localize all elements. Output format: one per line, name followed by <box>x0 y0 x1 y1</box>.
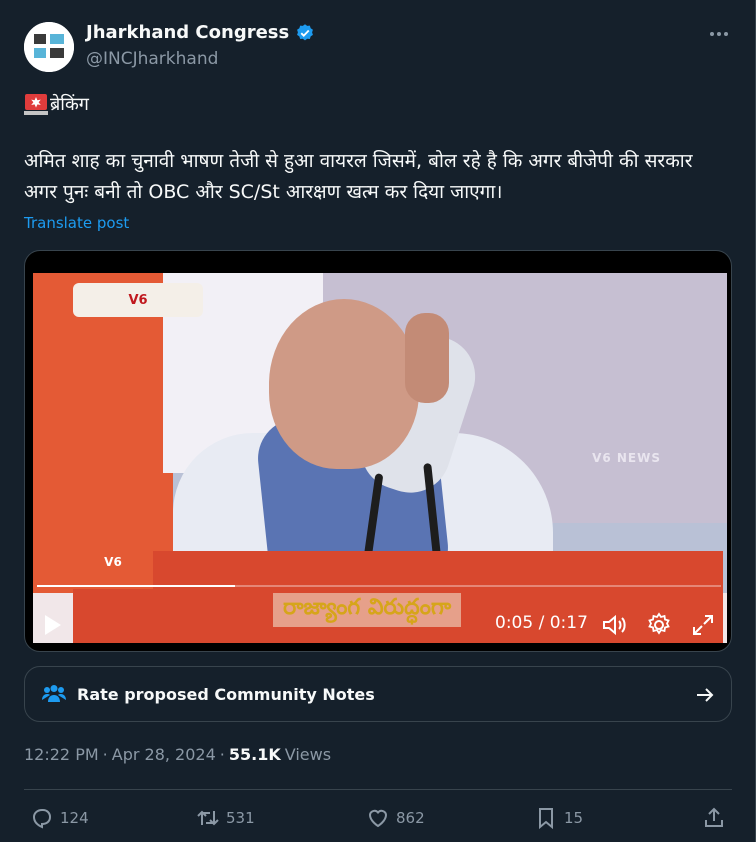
views-label: Views <box>284 745 332 764</box>
play-icon[interactable] <box>45 615 61 635</box>
post-container: Jharkhand Congress @INCJharkhand ब्रेकिं… <box>0 0 756 842</box>
video-player[interactable]: V6 V6 V6 NEWS రాజ్యాంగ విరుద్ధంగా 0:05 /… <box>24 250 732 652</box>
channel-logo-small-text: V6 <box>104 555 122 569</box>
siren-emoji-icon <box>24 94 48 115</box>
translate-post-link[interactable]: Translate post <box>24 214 129 232</box>
verified-badge-icon[interactable] <box>295 23 315 43</box>
meta-separator-2: · <box>219 745 225 764</box>
repost-icon <box>197 810 219 826</box>
bookmark-icon <box>539 808 553 830</box>
community-notes-icon <box>42 685 66 702</box>
video-caption: రాజ్యాంగ విరుద్ధంగా <box>273 593 462 627</box>
video-time: 0:05 / 0:17 <box>495 613 588 633</box>
author-name-row[interactable]: Jharkhand Congress <box>86 22 315 43</box>
views-count: 55.1K <box>228 745 281 764</box>
bookmark-count: 15 <box>564 809 584 827</box>
volume-icon[interactable] <box>600 611 628 639</box>
repost-button[interactable]: 531 <box>196 806 255 830</box>
video-progress-fill <box>37 585 236 587</box>
author-handle[interactable]: @INCJharkhand <box>86 49 218 69</box>
video-watermark: V6 NEWS <box>592 451 661 465</box>
channel-logo-small: V6 <box>73 535 153 589</box>
like-count: 862 <box>396 809 425 827</box>
breaking-text: ब्रेकिंग <box>50 94 89 115</box>
community-notes-label: Rate proposed Community Notes <box>77 684 375 704</box>
post-date[interactable]: Apr 28, 2024 <box>112 745 216 764</box>
video-frame[interactable]: V6 V6 V6 NEWS రాజ్యాంగ విరుద్ధంగా <box>33 273 727 643</box>
community-notes-button[interactable]: Rate proposed Community Notes <box>24 666 732 722</box>
reply-button[interactable]: 124 <box>30 806 89 830</box>
arrow-right-icon <box>697 688 714 702</box>
meta-separator: · <box>102 745 108 764</box>
reply-count: 124 <box>60 809 89 827</box>
video-progress-bar[interactable] <box>37 585 721 587</box>
avatar-logo-icon <box>24 22 74 72</box>
share-icon <box>705 807 723 827</box>
author-display-name[interactable]: Jharkhand Congress <box>86 22 289 43</box>
reply-icon <box>32 809 52 829</box>
fullscreen-icon[interactable] <box>689 611 717 639</box>
bookmark-button[interactable]: 15 <box>534 806 583 830</box>
post-text: अमित शाह का चुनावी भाषण तेजी से हुआ वायर… <box>24 150 693 203</box>
channel-logo-text: V6 <box>128 292 148 308</box>
avatar[interactable] <box>24 22 74 72</box>
breaking-label-row: ब्रेकिंग <box>24 92 89 116</box>
divider <box>24 789 732 790</box>
like-button[interactable]: 862 <box>366 806 425 830</box>
heart-icon <box>368 809 388 828</box>
share-button[interactable] <box>702 806 726 830</box>
more-options-icon[interactable] <box>707 24 731 44</box>
post-meta: 12:22 PM · Apr 28, 2024 · 55.1K Views <box>24 745 331 764</box>
repost-count: 531 <box>226 809 255 827</box>
settings-gear-icon[interactable] <box>645 611 673 639</box>
post-time[interactable]: 12:22 PM <box>24 745 99 764</box>
channel-logo: V6 <box>73 283 203 317</box>
